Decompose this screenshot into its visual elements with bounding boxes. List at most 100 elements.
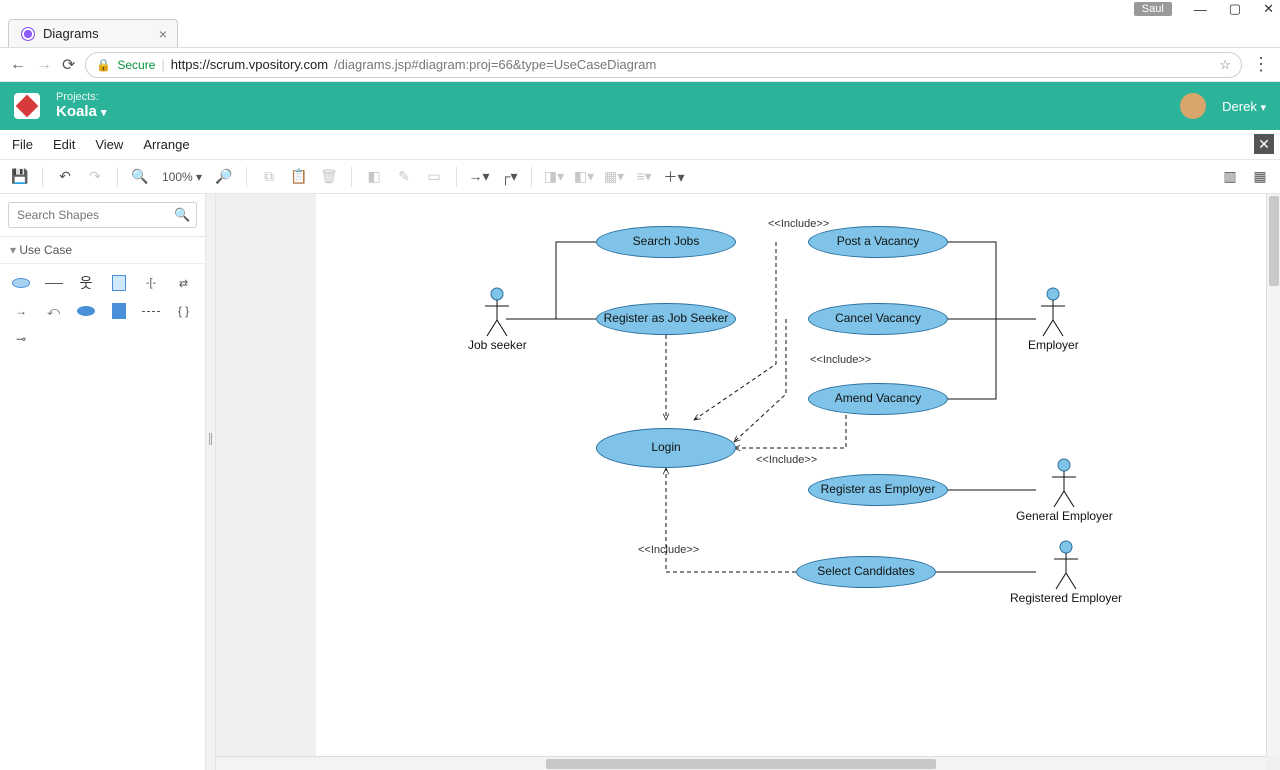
chevron-down-icon: ▾ (1260, 102, 1266, 114)
shape-braces[interactable]: { } (173, 302, 195, 320)
user-menu[interactable]: Derek ▾ (1222, 99, 1266, 114)
browser-menu-icon[interactable]: ⋮ (1252, 54, 1270, 75)
usecase-register-seeker[interactable]: Register as Job Seeker (596, 303, 736, 335)
zoom-out-icon[interactable]: 🔍 (128, 165, 152, 189)
add-icon[interactable]: ＋▾ (662, 165, 686, 189)
search-input[interactable]: 🔍 (8, 202, 197, 228)
reload-icon[interactable]: ⟳ (62, 55, 75, 75)
workspace: 🔍 Use Case 웃 -[- ⇄ → ⤺ { } ⊸ ║ (0, 194, 1280, 770)
minimize-icon[interactable]: — (1194, 2, 1207, 17)
shape-note-link[interactable] (140, 302, 162, 320)
close-window-icon[interactable]: ✕ (1263, 1, 1274, 17)
usecase-cancel-vacancy[interactable]: Cancel Vacancy (808, 303, 948, 335)
align-icon[interactable]: ≡▾ (632, 165, 656, 189)
connector-icon[interactable]: →▾ (467, 165, 491, 189)
chevron-down-icon: ▾ (101, 107, 107, 119)
shape-actor[interactable]: 웃 (75, 274, 97, 292)
menu-view[interactable]: View (95, 137, 123, 152)
actor-registered-employer[interactable]: Registered Employer (1010, 539, 1122, 605)
menubar: File Edit View Arrange ✕ (0, 130, 1280, 160)
stroke-icon[interactable]: ✎ (392, 165, 416, 189)
shape-system[interactable] (108, 274, 130, 292)
url-input[interactable]: 🔒 Secure | https://scrum.vpository.com/d… (85, 52, 1242, 78)
back-icon-tool[interactable]: ◧▾ (572, 165, 596, 189)
os-titlebar: Saul — ▢ ✕ (0, 0, 1280, 18)
tab-title: Diagrams (43, 26, 99, 41)
diagram-connectors (316, 194, 1266, 756)
shape-palette: 웃 -[- ⇄ → ⤺ { } ⊸ (0, 264, 205, 358)
vertical-scrollbar[interactable] (1266, 194, 1280, 756)
shape-collab[interactable]: ⇄ (173, 274, 195, 292)
shape-package[interactable] (108, 302, 130, 320)
secure-label: Secure (117, 58, 155, 72)
maximize-icon[interactable]: ▢ (1229, 1, 1241, 17)
forward-icon[interactable]: → (36, 56, 52, 74)
layout-2-icon[interactable]: ▦ (1248, 165, 1272, 189)
actor-job-seeker[interactable]: Job seeker (468, 286, 527, 352)
zoom-in-icon[interactable]: 🔎 (212, 165, 236, 189)
undo-icon[interactable]: ↶ (53, 165, 77, 189)
shadow-icon[interactable]: ▭ (422, 165, 446, 189)
usecase-login[interactable]: Login (596, 428, 736, 468)
shape-include[interactable]: ⤺ (43, 302, 65, 320)
back-icon[interactable]: ← (10, 56, 26, 74)
tab-close-icon[interactable]: × (159, 26, 167, 42)
actor-label: Registered Employer (1010, 591, 1122, 605)
app-logo-icon[interactable] (14, 93, 40, 119)
front-icon[interactable]: ◨▾ (542, 165, 566, 189)
actor-general-employer[interactable]: General Employer (1016, 457, 1113, 523)
include-label: <<Include>> (768, 218, 829, 230)
browser-tabstrip: Diagrams × (0, 18, 1280, 48)
fill-icon[interactable]: ◧ (362, 165, 386, 189)
ruler: ║ (206, 194, 216, 770)
shape-usecase[interactable] (10, 274, 32, 292)
diagram-paper[interactable]: Search Jobs Register as Job Seeker Post … (316, 194, 1266, 756)
group-icon[interactable]: ▦▾ (602, 165, 626, 189)
collapse-handle-icon[interactable]: ║ (207, 434, 214, 445)
copy-icon[interactable]: ⧉ (257, 165, 281, 189)
waypoint-icon[interactable]: ┌▾ (497, 165, 521, 189)
close-panel-icon[interactable]: ✕ (1254, 134, 1274, 154)
menu-arrange[interactable]: Arrange (143, 137, 189, 152)
usecase-post-vacancy[interactable]: Post a Vacancy (808, 226, 948, 258)
shape-dependency[interactable]: → (10, 302, 32, 320)
menu-edit[interactable]: Edit (53, 137, 75, 152)
save-icon[interactable]: 💾 (8, 165, 32, 189)
project-selector[interactable]: Koala ▾ (56, 103, 107, 121)
panel-usecase-title[interactable]: Use Case (0, 237, 205, 264)
include-label: <<Include>> (810, 354, 871, 366)
shape-anchor[interactable]: ⊸ (10, 330, 32, 348)
paste-icon[interactable]: 📋 (287, 165, 311, 189)
url-host: https://scrum.vpository.com (171, 57, 328, 72)
redo-icon[interactable]: ↷ (83, 165, 107, 189)
app-header: Projects: Koala ▾ Derek ▾ (0, 82, 1280, 130)
browser-addressbar: ← → ⟳ 🔒 Secure | https://scrum.vpository… (0, 48, 1280, 82)
horizontal-scrollbar[interactable] (216, 756, 1266, 770)
search-field[interactable] (15, 207, 174, 223)
toolbar: 💾 ↶ ↷ 🔍 100% ▾ 🔎 ⧉ 📋 🗑 ◧ ✎ ▭ →▾ ┌▾ ◨▾ ◧▾… (0, 160, 1280, 194)
actor-label: Employer (1028, 338, 1079, 352)
user-avatar[interactable] (1180, 93, 1206, 119)
shape-association[interactable] (43, 274, 65, 292)
search-icon[interactable]: 🔍 (174, 207, 190, 223)
usecase-amend-vacancy[interactable]: Amend Vacancy (808, 383, 948, 415)
layout-1-icon[interactable]: ▥ (1218, 165, 1242, 189)
actor-employer[interactable]: Employer (1028, 286, 1079, 352)
favicon-icon (21, 27, 35, 41)
usecase-register-employer[interactable]: Register as Employer (808, 474, 948, 506)
usecase-search-jobs[interactable]: Search Jobs (596, 226, 736, 258)
shape-extend[interactable] (75, 302, 97, 320)
zoom-level[interactable]: 100% ▾ (158, 170, 206, 184)
os-user-chip: Saul (1134, 2, 1172, 16)
delete-icon[interactable]: 🗑 (317, 165, 341, 189)
bookmark-star-icon[interactable]: ☆ (1219, 57, 1231, 73)
usecase-select-candidates[interactable]: Select Candidates (796, 556, 936, 588)
projects-label: Projects: (56, 92, 107, 103)
canvas[interactable]: Search Jobs Register as Job Seeker Post … (216, 194, 1280, 770)
browser-tab[interactable]: Diagrams × (8, 19, 178, 47)
shape-constraint[interactable]: -[- (140, 274, 162, 292)
menu-file[interactable]: File (12, 137, 33, 152)
sidebar: 🔍 Use Case 웃 -[- ⇄ → ⤺ { } ⊸ (0, 194, 206, 770)
lock-icon: 🔒 (96, 58, 111, 72)
actor-label: Job seeker (468, 338, 527, 352)
